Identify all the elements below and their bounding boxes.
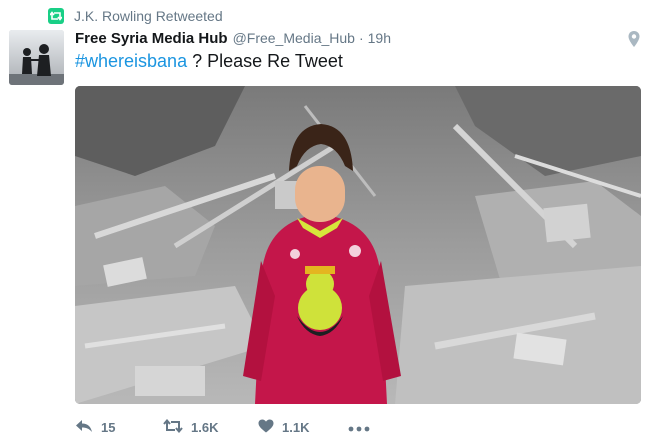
retweet-count: 1.6K xyxy=(191,419,219,435)
tweet-body-text: ? Please Re Tweet xyxy=(187,51,343,71)
retweeted-by-label[interactable]: J.K. Rowling Retweeted xyxy=(74,8,223,24)
separator-dot: · xyxy=(358,30,364,46)
location-pin-icon[interactable] xyxy=(627,30,641,48)
more-dots-icon xyxy=(348,420,370,435)
like-button[interactable]: 1.1K xyxy=(258,419,348,436)
reply-icon xyxy=(75,419,93,436)
more-button[interactable] xyxy=(348,420,370,435)
reply-button[interactable]: 15 xyxy=(75,419,163,436)
like-count: 1.1K xyxy=(282,419,310,435)
tweet-text: #whereisbana ? Please Re Tweet xyxy=(75,50,343,72)
retweet-button[interactable]: 1.6K xyxy=(163,418,258,436)
tweet-header: Free Syria Media Hub @Free_Media_Hub · 1… xyxy=(75,30,391,48)
tweet-actions: 15 1.6K 1.1K xyxy=(75,416,370,438)
heart-icon xyxy=(258,419,274,436)
retweet-icon xyxy=(48,8,64,24)
hashtag-link[interactable]: #whereisbana xyxy=(75,51,187,71)
reply-count: 15 xyxy=(101,419,116,435)
tweet-photo[interactable] xyxy=(75,86,641,404)
retweet-context: J.K. Rowling Retweeted xyxy=(48,6,223,26)
retweet-action-icon xyxy=(163,418,183,436)
author-fullname[interactable]: Free Syria Media Hub xyxy=(75,30,228,47)
author-screen-name[interactable]: @Free_Media_Hub xyxy=(233,30,355,46)
avatar[interactable] xyxy=(9,30,64,85)
tweet-timestamp[interactable]: 19h xyxy=(368,30,391,46)
